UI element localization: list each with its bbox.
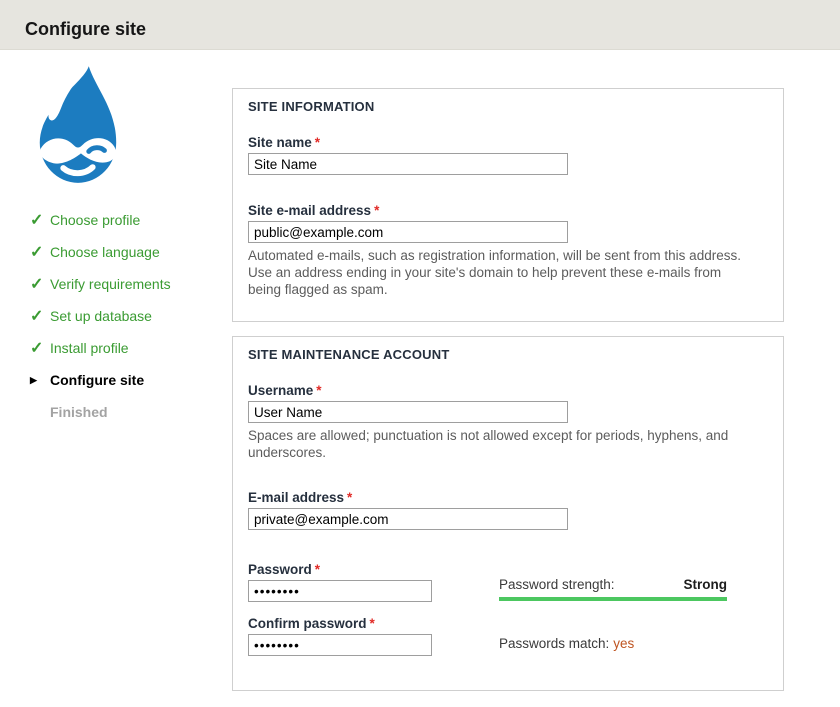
required-marker: * [374,203,379,218]
check-icon: ✓ [30,338,50,358]
task-verify-requirements: ✓ Verify requirements [30,268,171,300]
task-set-up-database: ✓ Set up database [30,300,171,332]
passwords-match-indicator: Passwords match: yes [499,636,634,651]
required-marker: * [315,135,320,150]
site-maintenance-account-fieldset: SITE MAINTENANCE ACCOUNT Username* Space… [232,336,784,691]
passwords-match-value: yes [613,636,634,651]
site-information-fieldset: SITE INFORMATION Site name* Site e-mail … [232,88,784,322]
password-strength-indicator: Password strength: Strong [499,577,727,601]
username-input[interactable] [248,401,568,423]
required-marker: * [370,616,375,631]
install-task-list: ✓ Choose profile ✓ Choose language ✓ Ver… [30,204,171,428]
username-label: Username* [248,383,322,398]
task-label: Configure site [50,372,144,388]
site-name-input[interactable] [248,153,568,175]
site-email-label: Site e-mail address* [248,203,379,218]
email-input[interactable] [248,508,568,530]
fieldset-legend: SITE MAINTENANCE ACCOUNT [248,347,449,362]
password-strength-label: Password strength: [499,577,615,592]
check-icon: ✓ [30,306,50,326]
site-email-description: Automated e-mails, such as registration … [248,247,756,298]
email-label: E-mail address* [248,490,352,505]
password-input[interactable] [248,580,432,602]
task-label: Verify requirements [50,276,171,292]
task-choose-profile: ✓ Choose profile [30,204,171,236]
confirm-password-label: Confirm password* [248,616,375,631]
task-install-profile: ✓ Install profile [30,332,171,364]
site-name-label: Site name* [248,135,320,150]
page-header: Configure site [0,0,840,50]
task-label: Choose language [50,244,160,260]
task-configure-site: ▶ Configure site [30,364,171,396]
page-title: Configure site [25,19,146,40]
required-marker: * [316,383,321,398]
check-icon: ✓ [30,210,50,230]
required-marker: * [347,490,352,505]
required-marker: * [315,562,320,577]
site-email-input[interactable] [248,221,568,243]
password-strength-value: Strong [684,577,728,592]
current-arrow-icon: ▶ [30,375,50,386]
password-label: Password* [248,562,320,577]
check-icon: ✓ [30,274,50,294]
task-label: Set up database [50,308,152,324]
check-icon: ✓ [30,242,50,262]
username-description: Spaces are allowed; punctuation is not a… [248,427,756,461]
task-label: Finished [50,404,108,420]
passwords-match-label: Passwords match: [499,636,609,651]
confirm-password-input[interactable] [248,634,432,656]
task-label: Choose profile [50,212,140,228]
password-strength-bar [499,597,727,601]
drupal-logo-icon [28,64,126,191]
task-label: Install profile [50,340,129,356]
task-choose-language: ✓ Choose language [30,236,171,268]
fieldset-legend: SITE INFORMATION [248,99,374,114]
task-finished: Finished [30,396,171,428]
